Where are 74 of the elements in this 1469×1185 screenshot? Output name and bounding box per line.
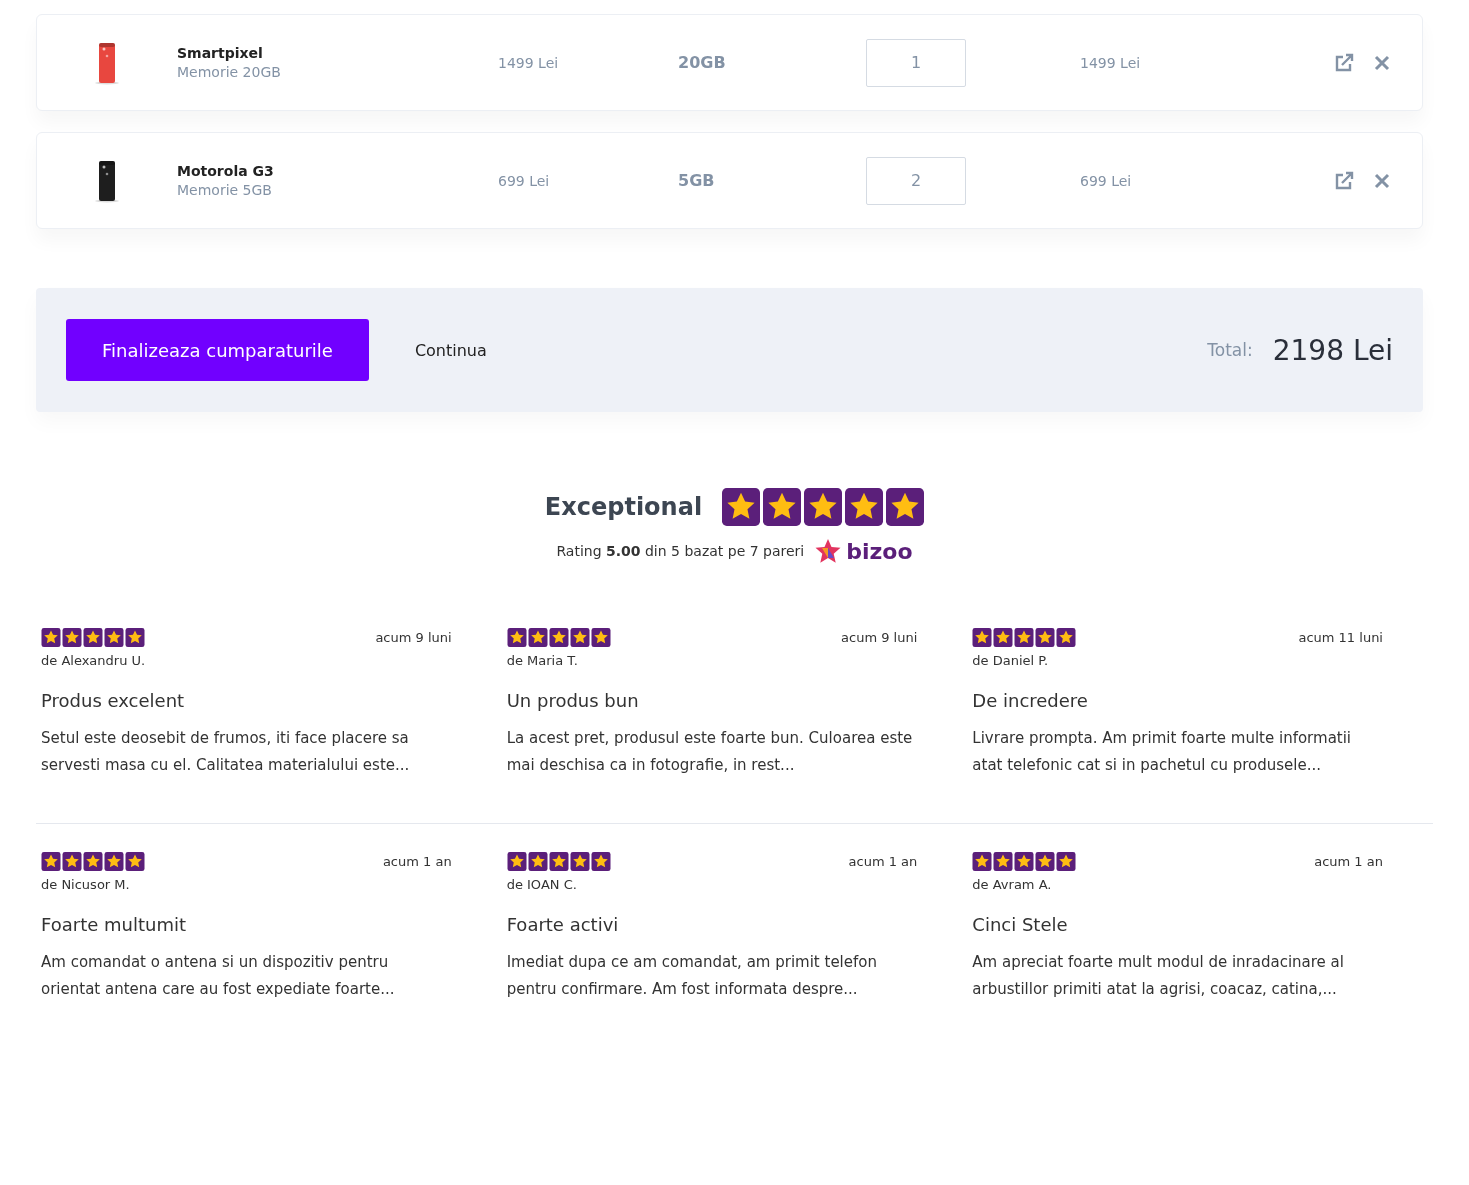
product-variant: Memorie 20GB bbox=[177, 64, 282, 80]
review-text: Setul este deosebit de frumos, iti face placere sa servesti masa cu el. Calitatea materialului este... bbox=[41, 728, 411, 776]
review-title: Produs excelent bbox=[41, 690, 186, 711]
unit-price: 1499 Lei bbox=[498, 54, 560, 71]
star-icon bbox=[125, 628, 145, 647]
memory-size: 5GB bbox=[678, 171, 716, 190]
review-time: acum 11 luni bbox=[1298, 630, 1383, 645]
star-icon bbox=[1014, 852, 1035, 871]
star-icon bbox=[993, 628, 1014, 647]
checkout-button[interactable]: Finalizeaza cumparaturile bbox=[66, 319, 369, 381]
review-author: de Alexandru U. bbox=[41, 653, 147, 668]
star-icon bbox=[1035, 628, 1056, 647]
star-icon bbox=[972, 628, 993, 647]
review-author: de Maria T. bbox=[506, 653, 579, 668]
line-total: 1499 Lei bbox=[1080, 54, 1142, 71]
star-icon bbox=[548, 852, 569, 871]
brand-logo: bizoo bbox=[846, 538, 913, 564]
review-title: Un produs bun bbox=[506, 690, 640, 711]
star-icon bbox=[41, 628, 61, 647]
review-author: de Avram A. bbox=[972, 877, 1053, 892]
star-icon bbox=[104, 628, 124, 647]
rating-text: Rating 5.00 din 5 bazat pe 7 pareri bbox=[556, 543, 805, 559]
star-icon bbox=[1056, 852, 1077, 871]
product-name: Smartpixel bbox=[177, 45, 264, 61]
product-variant: Memorie 5GB bbox=[177, 182, 273, 198]
review-text: Am comandat o antena si un dispozitiv pentru orientat antena care au fost expediate foarte... bbox=[41, 952, 396, 1000]
review-author: de Nicusor M. bbox=[41, 877, 131, 892]
product-name: Motorola G3 bbox=[177, 163, 275, 179]
review-time: acum 1 an bbox=[382, 854, 452, 869]
star-icon bbox=[83, 852, 103, 871]
star-icon bbox=[62, 852, 82, 871]
star-icon bbox=[590, 852, 611, 871]
review-time: acum 9 luni bbox=[375, 630, 452, 645]
star-icon bbox=[104, 852, 124, 871]
star-icon bbox=[125, 852, 145, 871]
review-time: acum 1 an bbox=[848, 854, 918, 869]
unit-price: 699 Lei bbox=[498, 172, 551, 189]
review-title: Foarte activi bbox=[506, 914, 620, 935]
star-icon bbox=[527, 628, 548, 647]
star-icon bbox=[1035, 852, 1056, 871]
star-icon bbox=[548, 628, 569, 647]
star-icon bbox=[41, 852, 61, 871]
star-icon bbox=[972, 852, 993, 871]
star-logo-icon bbox=[814, 538, 843, 564]
star-icon bbox=[506, 628, 527, 647]
review-text: La acest pret, produsul este foarte bun. Culoarea este mai deschisa ca in fotografie, in rest... bbox=[506, 728, 914, 776]
memory-size: 20GB bbox=[678, 53, 727, 72]
review-time: acum 1 an bbox=[1314, 854, 1383, 869]
continue-button[interactable]: Continua bbox=[408, 339, 493, 361]
external-link-icon[interactable] bbox=[1334, 170, 1354, 191]
total-label: Total: bbox=[1207, 340, 1253, 360]
external-link-icon[interactable] bbox=[1334, 52, 1354, 73]
star-icon bbox=[83, 628, 103, 647]
star-icon bbox=[62, 628, 82, 647]
star-icon bbox=[527, 852, 548, 871]
star-icon bbox=[1056, 628, 1077, 647]
review-text: Am apreciat foarte mult modul de inradacinare al arbustillor primiti atat la agrisi, coacaz, catina,... bbox=[972, 952, 1345, 1000]
star-icon bbox=[569, 628, 590, 647]
star-icon bbox=[506, 852, 527, 871]
rating-title: Exceptional bbox=[544, 493, 703, 521]
review-author: de IOAN C. bbox=[506, 877, 578, 892]
star-icon bbox=[993, 852, 1014, 871]
star-icon bbox=[1014, 628, 1035, 647]
total-value: 2198 Lei bbox=[1272, 333, 1393, 367]
star-icon bbox=[569, 852, 590, 871]
review-author: de Daniel P. bbox=[972, 653, 1050, 668]
review-title: Cinci Stele bbox=[972, 914, 1069, 935]
review-time: acum 9 luni bbox=[841, 630, 918, 645]
review-title: De incredere bbox=[972, 690, 1089, 711]
review-title: Foarte multumit bbox=[41, 914, 187, 935]
review-text: Livrare prompta. Am primit foarte multe informatii atat telefonic cat si in pachetul cu produsele... bbox=[972, 728, 1353, 776]
review-text: Imediat dupa ce am comandat, am primit telefon pentru confirmare. Am fost informata despre... bbox=[506, 952, 878, 1000]
line-total: 699 Lei bbox=[1080, 172, 1133, 189]
star-icon bbox=[590, 628, 611, 647]
